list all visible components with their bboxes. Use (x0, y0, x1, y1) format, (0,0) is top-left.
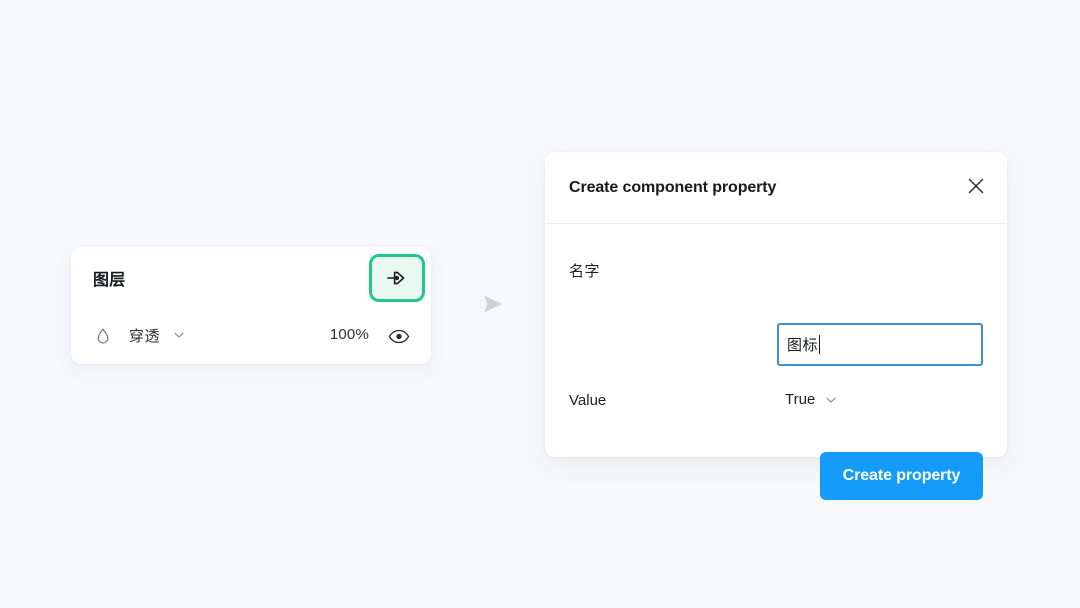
create-component-property-dialog: Create component property 名字 图标 Value Tr… (545, 152, 1007, 500)
chevron-down-icon[interactable] (172, 328, 186, 342)
value-field-row: Value True (545, 379, 1007, 419)
apply-component-property-button[interactable] (369, 254, 425, 302)
value-select-value: True (785, 391, 816, 408)
name-input[interactable]: 图标 (777, 323, 983, 366)
chevron-down-icon (824, 393, 838, 407)
dialog-body: 名字 图标 Value True Create property (545, 224, 1007, 500)
blend-droplet-icon (95, 327, 111, 345)
apply-component-property-icon (384, 265, 410, 291)
eye-icon[interactable] (388, 329, 410, 344)
dialog-header: Create component property (545, 152, 1007, 224)
layers-card-header: 图层 (71, 247, 431, 309)
opacity-value[interactable]: 100% (309, 326, 369, 343)
layer-properties-row: 穿透 100% (71, 309, 431, 364)
value-field-label: Value (569, 392, 607, 409)
layers-card: 图层 穿透 100% (71, 247, 431, 364)
layers-panel-title: 图层 (93, 272, 126, 289)
name-input-value: 图标 (787, 337, 819, 354)
dialog-title: Create component property (569, 179, 777, 196)
name-field-label: 名字 (569, 263, 601, 280)
close-button[interactable] (964, 176, 988, 200)
blend-mode-label[interactable]: 穿透 (129, 325, 160, 346)
value-select[interactable]: True (785, 391, 838, 408)
play-arrow-icon (478, 291, 508, 317)
close-icon (965, 175, 987, 202)
name-field-row: 名字 (545, 224, 1007, 294)
create-property-button[interactable]: Create property (820, 452, 983, 500)
text-caret (819, 335, 821, 354)
